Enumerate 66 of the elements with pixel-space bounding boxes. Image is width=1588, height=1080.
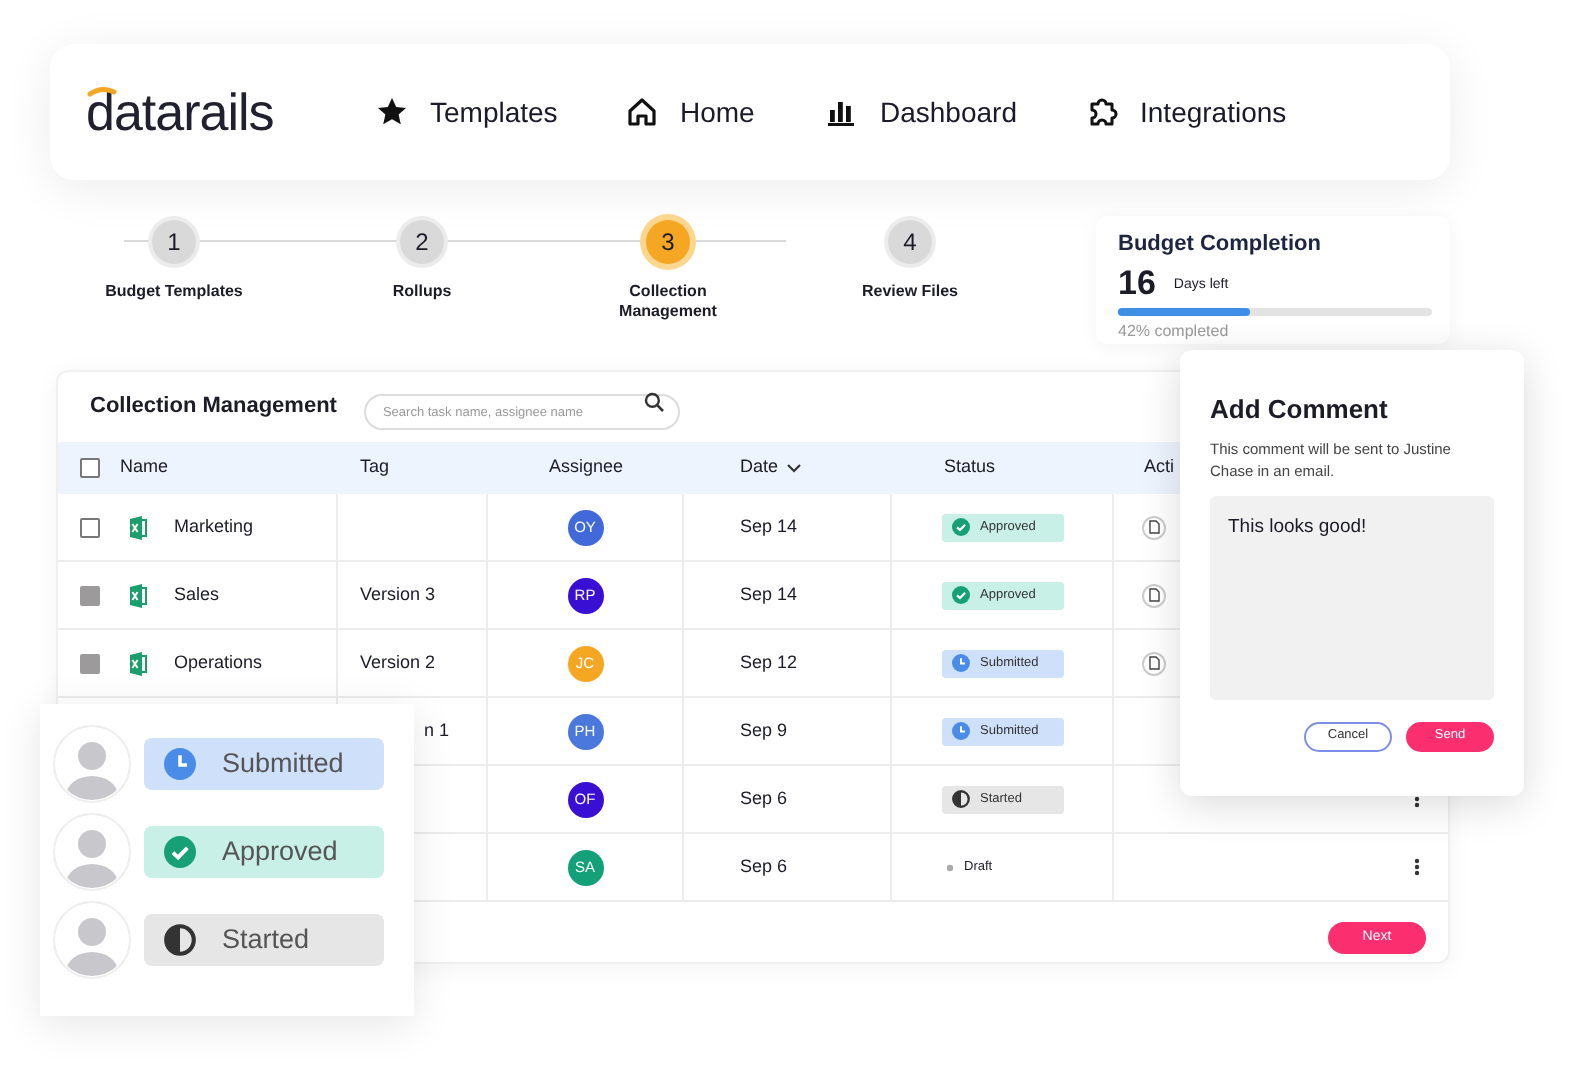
document-icon — [1148, 588, 1160, 602]
house-icon — [626, 96, 658, 128]
clock-icon — [952, 722, 970, 740]
document-icon — [1148, 520, 1160, 534]
table-cell-text: Sep 6 — [740, 785, 788, 812]
table-cell-text: Sep 9 — [740, 717, 788, 744]
clock-icon — [952, 654, 970, 672]
budget-title: Budget Completion — [1118, 230, 1323, 260]
table-cell-text: Sep 14 — [740, 513, 798, 540]
nav-link[interactable]: Dashboard — [826, 91, 1086, 133]
table-title: Collection Management — [90, 392, 337, 423]
comment-field[interactable]: This looks good! — [1210, 495, 1494, 699]
dialog-title: Add Comment — [1210, 392, 1390, 428]
bar-chart-icon — [826, 96, 858, 128]
column-header: Date — [740, 454, 779, 481]
avatar-icon — [52, 812, 132, 892]
avatar-icon — [52, 724, 132, 804]
search-icon — [644, 391, 665, 411]
column-header: Acti — [1144, 456, 1175, 477]
star-icon — [376, 96, 408, 128]
logo-text: datarails — [86, 79, 274, 145]
status-badge: Submitted — [144, 738, 384, 790]
clock-icon — [164, 748, 196, 780]
step-label: Rollups — [390, 282, 454, 302]
table-cell-text: Version 3 — [360, 581, 436, 608]
table-cell-text: Sep 12 — [740, 649, 798, 676]
document-icon — [1148, 656, 1160, 670]
table-cell-text: Sales — [174, 581, 220, 608]
avatar-icon — [52, 900, 132, 980]
half-circle-icon — [164, 924, 196, 956]
table-cell-text: Operations — [174, 649, 263, 676]
kebab-icon — [1414, 858, 1420, 876]
status-badge: Started — [144, 914, 384, 966]
row-checkbox[interactable] — [80, 585, 100, 605]
column-header: Tag — [360, 456, 390, 477]
column-header: Status — [944, 456, 996, 477]
check-circle-icon — [952, 518, 970, 536]
days-count: 16 — [1118, 265, 1156, 301]
chevron-down-icon — [786, 462, 803, 474]
step-label: Collection Management — [617, 282, 719, 322]
row-checkbox[interactable] — [80, 653, 100, 673]
half-circle-icon — [952, 790, 970, 808]
file-action-button[interactable] — [1142, 583, 1166, 607]
column-header: Name — [120, 454, 169, 481]
completion-text: 42% completed — [1118, 319, 1231, 343]
table-cell-text: Sep 6 — [740, 853, 788, 880]
table-cell-text: n 1 — [424, 717, 450, 744]
nav-link[interactable]: Home — [626, 91, 826, 133]
row-checkbox[interactable] — [80, 517, 100, 537]
table-cell-text: Sep 14 — [740, 581, 798, 608]
step-label: Budget Templates — [104, 282, 244, 302]
more-menu-button[interactable] — [1414, 858, 1420, 876]
column-header: Assignee — [548, 456, 624, 477]
file-action-button[interactable] — [1142, 651, 1166, 675]
header-checkbox[interactable] — [80, 458, 100, 478]
status-badge: Approved — [144, 826, 384, 878]
puzzle-icon — [1086, 96, 1118, 128]
step-label: Review Files — [859, 282, 961, 302]
table-cell-text: Marketing — [174, 513, 254, 540]
table-cell-text: Version 2 — [360, 649, 436, 676]
nav-link[interactable]: Integrations — [1086, 91, 1326, 133]
check-circle-icon — [164, 836, 196, 868]
check-circle-icon — [952, 586, 970, 604]
file-action-button[interactable] — [1142, 515, 1166, 539]
dot-icon — [946, 863, 954, 871]
nav-link[interactable]: Templates — [376, 91, 626, 133]
